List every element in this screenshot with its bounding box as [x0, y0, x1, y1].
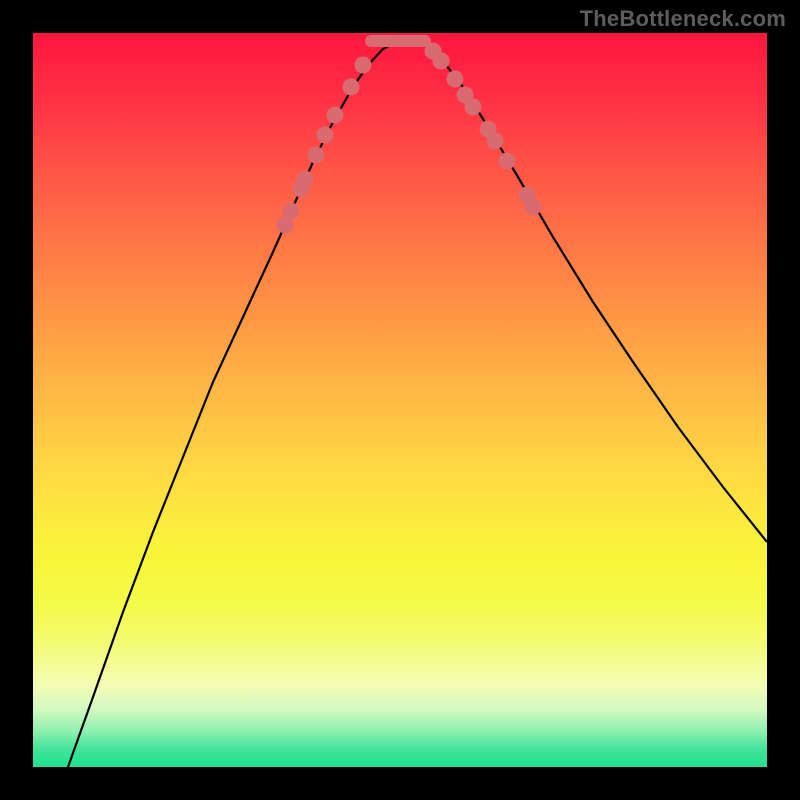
data-point-marker	[465, 99, 482, 116]
data-point-marker	[487, 133, 504, 150]
data-point-marker	[343, 79, 360, 96]
curve-svg	[33, 33, 767, 767]
plot-area	[33, 33, 767, 767]
data-point-marker	[297, 171, 314, 188]
bottleneck-curve	[68, 41, 767, 767]
watermark-text: TheBottleneck.com	[580, 6, 786, 32]
data-point-marker	[525, 199, 542, 216]
data-point-marker	[433, 53, 450, 70]
left-dot-cluster	[277, 57, 372, 234]
data-point-marker	[308, 147, 325, 164]
data-point-marker	[317, 127, 334, 144]
data-point-marker	[447, 71, 464, 88]
right-dot-cluster	[425, 43, 542, 216]
data-point-marker	[499, 153, 516, 170]
data-point-marker	[283, 203, 300, 220]
chart-frame: TheBottleneck.com	[0, 0, 800, 800]
data-point-marker	[327, 107, 344, 124]
data-point-marker	[355, 57, 372, 74]
